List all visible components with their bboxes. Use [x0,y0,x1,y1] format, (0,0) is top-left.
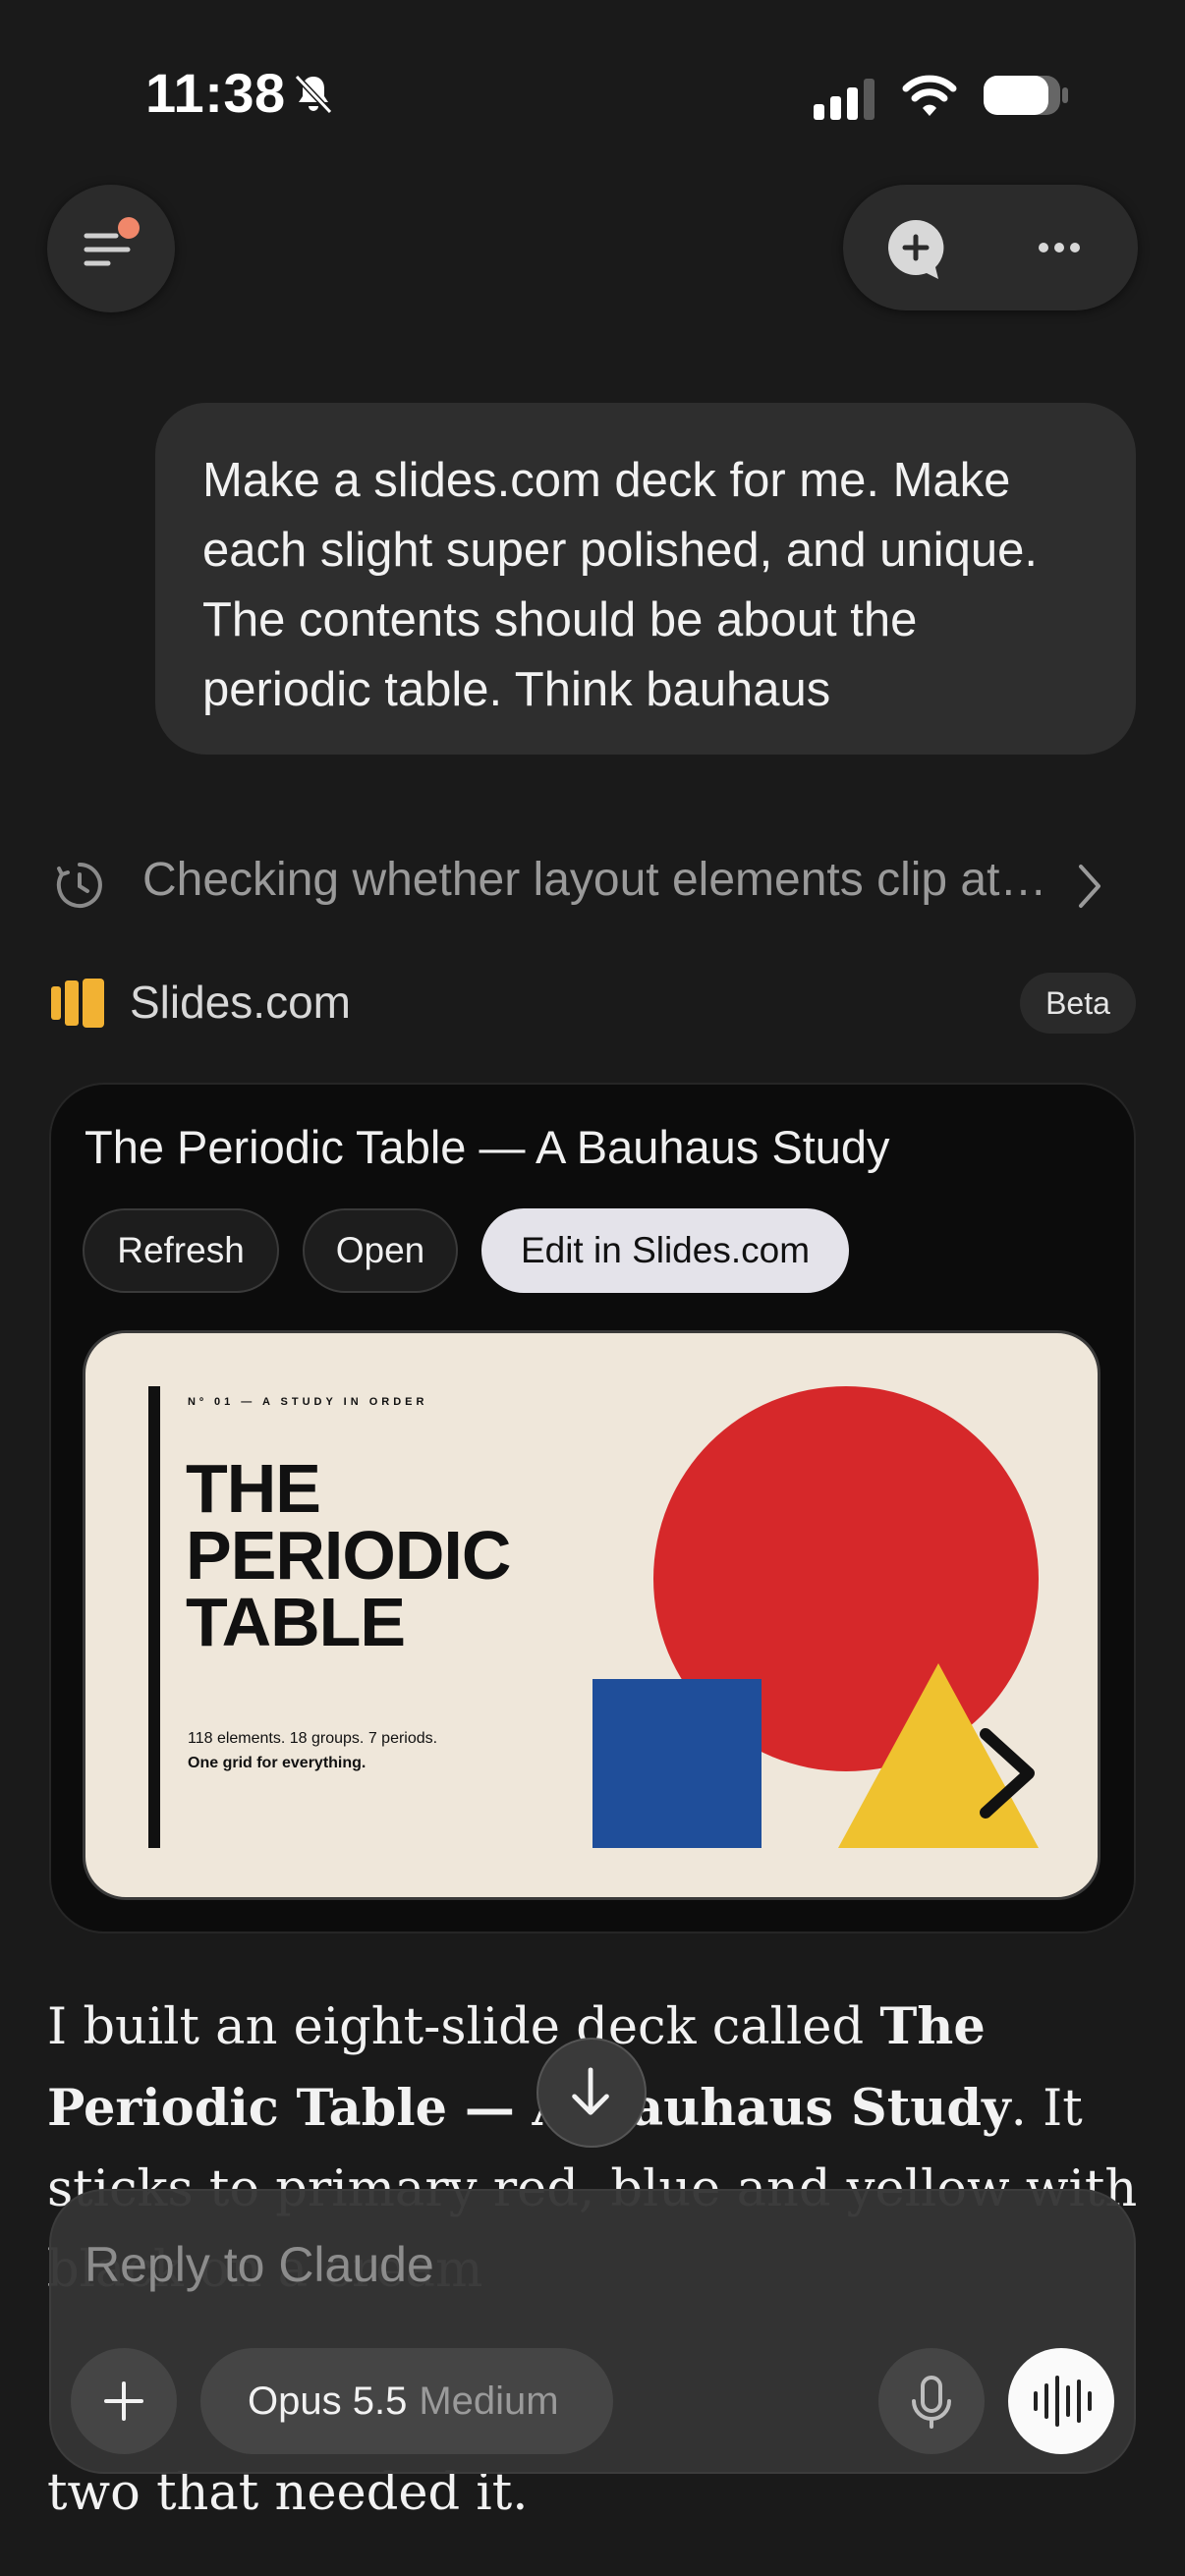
slide-preview[interactable]: Nº 01 — A STUDY IN ORDER THE PERIODIC TA… [83,1330,1100,1900]
deck-title: The Periodic Table — A Bauhaus Study [85,1121,890,1173]
answer-text: I built an eight-slide deck called [47,1998,880,2056]
more-button[interactable] [1016,204,1102,291]
signal-icon [814,77,876,120]
model-effort: Medium [419,2380,559,2423]
model-name: Opus 5.5 [248,2380,408,2423]
slides-logo-icon [51,979,104,1028]
voice-wave-icon [1034,2376,1092,2427]
integration-name: Slides.com [130,977,351,1028]
clock-icon [56,863,102,908]
menu-button[interactable] [47,185,175,312]
beta-badge: Beta [1020,973,1136,1034]
model-selector[interactable]: Opus 5.5 Medium [200,2348,613,2454]
arrow-down-icon [572,2067,609,2115]
next-slide-button[interactable] [966,1724,1054,1822]
more-icon [1039,243,1080,252]
new-chat-icon [888,219,944,279]
top-actions [843,185,1138,310]
wifi-icon [902,73,957,118]
chevron-right-icon [1079,865,1100,908]
slide-tagline: One grid for everything. [188,1755,367,1771]
slide-vertical-rule [148,1386,160,1848]
refresh-button[interactable]: Refresh [83,1208,279,1293]
plus-icon [104,2381,143,2421]
blue-square-shape [592,1679,762,1848]
menu-icon [84,217,140,266]
user-message-bubble: Make a slides.com deck for me. Make each… [155,403,1136,755]
mic-icon [912,2376,951,2429]
slide-title-line: TABLE [186,1584,406,1660]
slide-title: THE PERIODIC TABLE [186,1450,511,1660]
scroll-to-bottom-button[interactable] [536,2038,647,2148]
chevron-right-icon [980,1728,1035,1819]
edit-in-slides-button[interactable]: Edit in Slides.com [481,1208,849,1293]
bell-off-icon [291,71,336,116]
voice-mode-button[interactable] [1008,2348,1114,2454]
status-time: 11:38 [145,62,286,124]
dictation-button[interactable] [878,2348,985,2454]
thinking-text: Checking whether layout elements clip at… [142,854,1046,906]
slide-title-line: PERIODIC [186,1517,511,1594]
reply-input[interactable] [85,2230,969,2299]
open-button[interactable]: Open [303,1208,458,1293]
slide-kicker: Nº 01 — A STUDY IN ORDER [188,1396,428,1408]
add-attachment-button[interactable] [71,2348,177,2454]
battery-icon [983,73,1069,118]
new-chat-button[interactable] [873,204,959,291]
slide-title-line: THE [186,1450,321,1527]
slide-subtitle: 118 elements. 18 groups. 7 periods. [188,1730,438,1747]
